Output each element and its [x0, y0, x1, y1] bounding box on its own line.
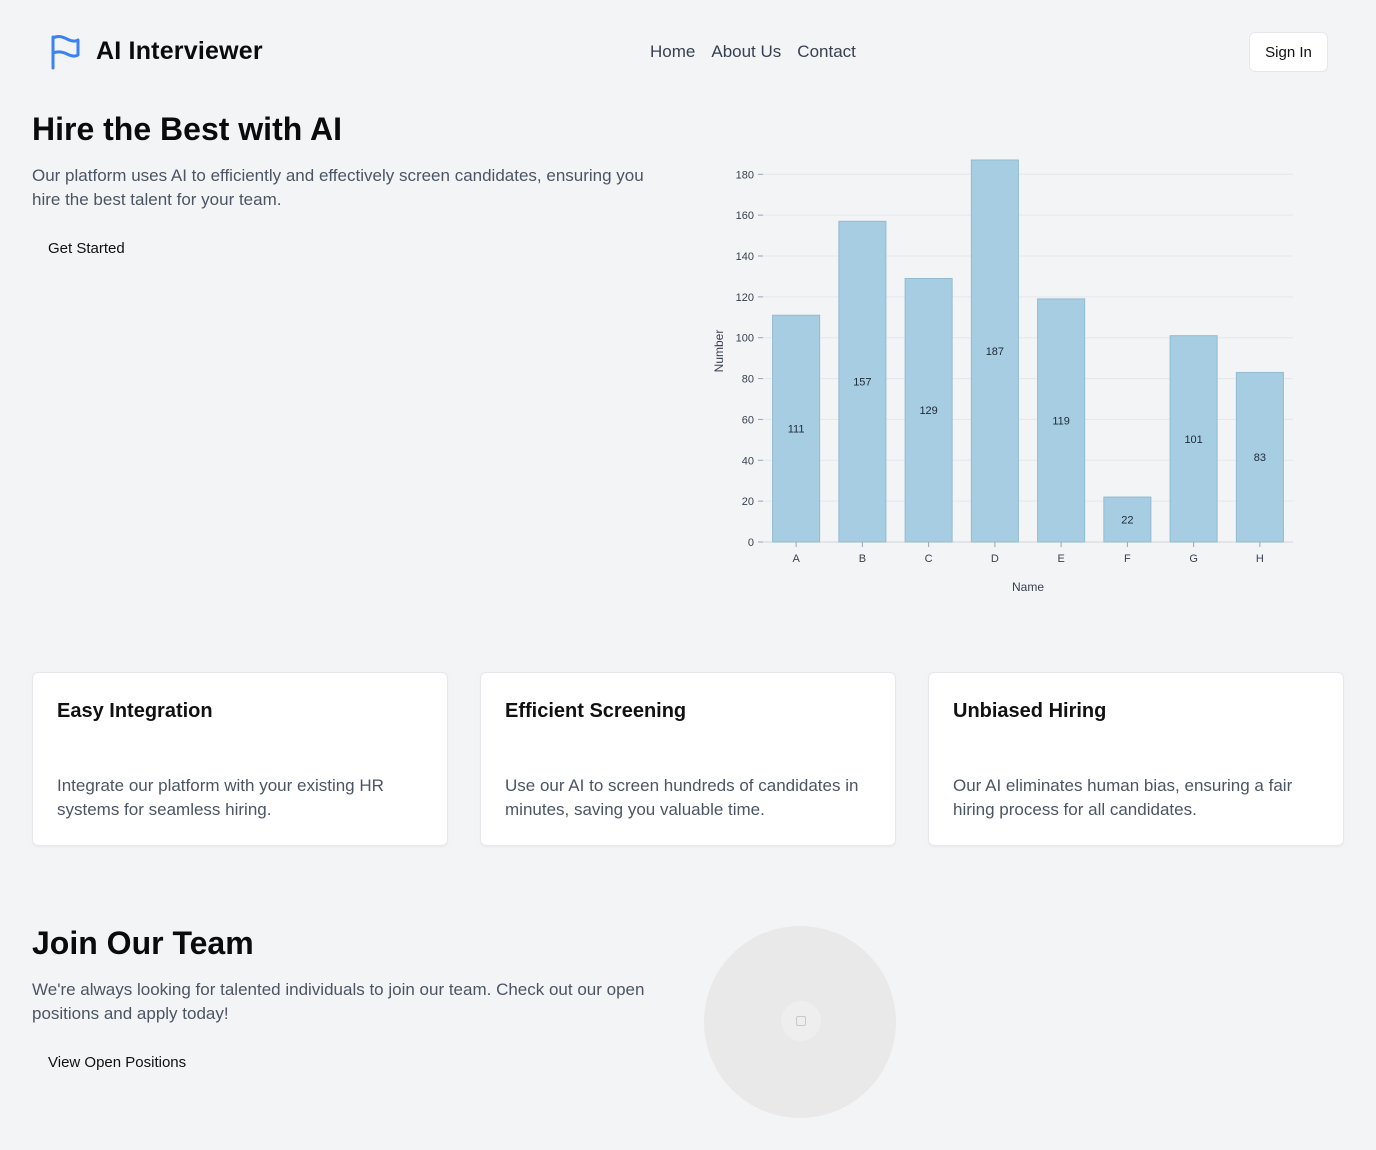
feature-description: Use our AI to screen hundreds of candida…	[505, 776, 859, 819]
y-tick-label: 60	[742, 414, 754, 426]
y-tick-label: 100	[736, 333, 754, 345]
y-tick-label: 20	[742, 496, 754, 508]
nav-contact-link[interactable]: Contact	[797, 42, 856, 62]
y-tick-label: 160	[736, 210, 754, 222]
y-tick-label: 80	[742, 374, 754, 386]
feature-card-unbiased: Unbiased Hiring Our AI eliminates human …	[928, 672, 1344, 846]
feature-title: Easy Integration	[57, 700, 213, 722]
x-tick-label: A	[792, 553, 800, 565]
hero-title: Hire the Best with AI	[32, 111, 342, 147]
x-tick-label: G	[1189, 553, 1198, 565]
bar-data-label: 101	[1184, 434, 1202, 446]
y-tick-label: 140	[736, 251, 754, 263]
bar-data-label: 119	[1052, 415, 1070, 427]
feature-description: Integrate our platform with your existin…	[57, 776, 384, 819]
nav-about-link[interactable]: About Us	[711, 42, 781, 62]
x-tick-label: C	[925, 553, 933, 565]
feature-title: Unbiased Hiring	[953, 700, 1107, 722]
bar-chart: 0 20 40 60 80 100 120 140 160 180 111 A 157 B 129 C 187 D…	[712, 159, 1293, 594]
y-tick-label: 120	[736, 292, 754, 304]
sign-in-button[interactable]: Sign In	[1249, 32, 1328, 72]
feature-title: Efficient Screening	[505, 700, 687, 722]
bar-data-label: 111	[788, 424, 805, 436]
x-tick-label: B	[859, 553, 866, 565]
x-tick-label: H	[1256, 553, 1264, 565]
x-tick-label: F	[1124, 553, 1131, 565]
team-image-placeholder	[704, 926, 896, 1118]
get-started-button[interactable]: Get Started	[32, 234, 141, 263]
join-title: Join Our Team	[32, 925, 254, 961]
bar-data-label: 22	[1121, 515, 1133, 527]
bar-data-label: 157	[853, 377, 871, 389]
feature-description: Our AI eliminates human bias, ensuring a…	[953, 776, 1293, 819]
flag-icon[interactable]	[48, 34, 82, 70]
bar-data-label: 129	[919, 405, 937, 417]
y-tick-label: 40	[742, 455, 754, 467]
site-header: AI Interviewer Home About Us Contact Sig…	[0, 0, 1376, 104]
bar-data-label: 187	[986, 346, 1004, 358]
bar-data-label: 83	[1254, 452, 1266, 464]
brand-name[interactable]: AI Interviewer	[96, 37, 263, 66]
y-tick-label: 0	[748, 537, 754, 549]
x-tick-label: D	[991, 553, 999, 565]
x-tick-label: E	[1057, 553, 1064, 565]
feature-card-screening: Efficient Screening Use our AI to screen…	[480, 672, 896, 846]
y-axis-label: Number	[712, 330, 726, 373]
nav-home-link[interactable]: Home	[650, 42, 695, 62]
feature-card-integration: Easy Integration Integrate our platform …	[32, 672, 448, 846]
main-nav: Home About Us Contact	[650, 42, 856, 62]
x-axis-label: Name	[1012, 580, 1044, 594]
view-open-positions-button[interactable]: View Open Positions	[32, 1048, 202, 1077]
image-placeholder-icon	[796, 1016, 806, 1026]
y-tick-label: 180	[736, 169, 754, 181]
features-section: Easy Integration Integrate our platform …	[32, 672, 1344, 846]
hero-description: Our platform uses AI to efficiently and …	[32, 166, 644, 209]
join-description: We're always looking for talented indivi…	[32, 980, 645, 1023]
